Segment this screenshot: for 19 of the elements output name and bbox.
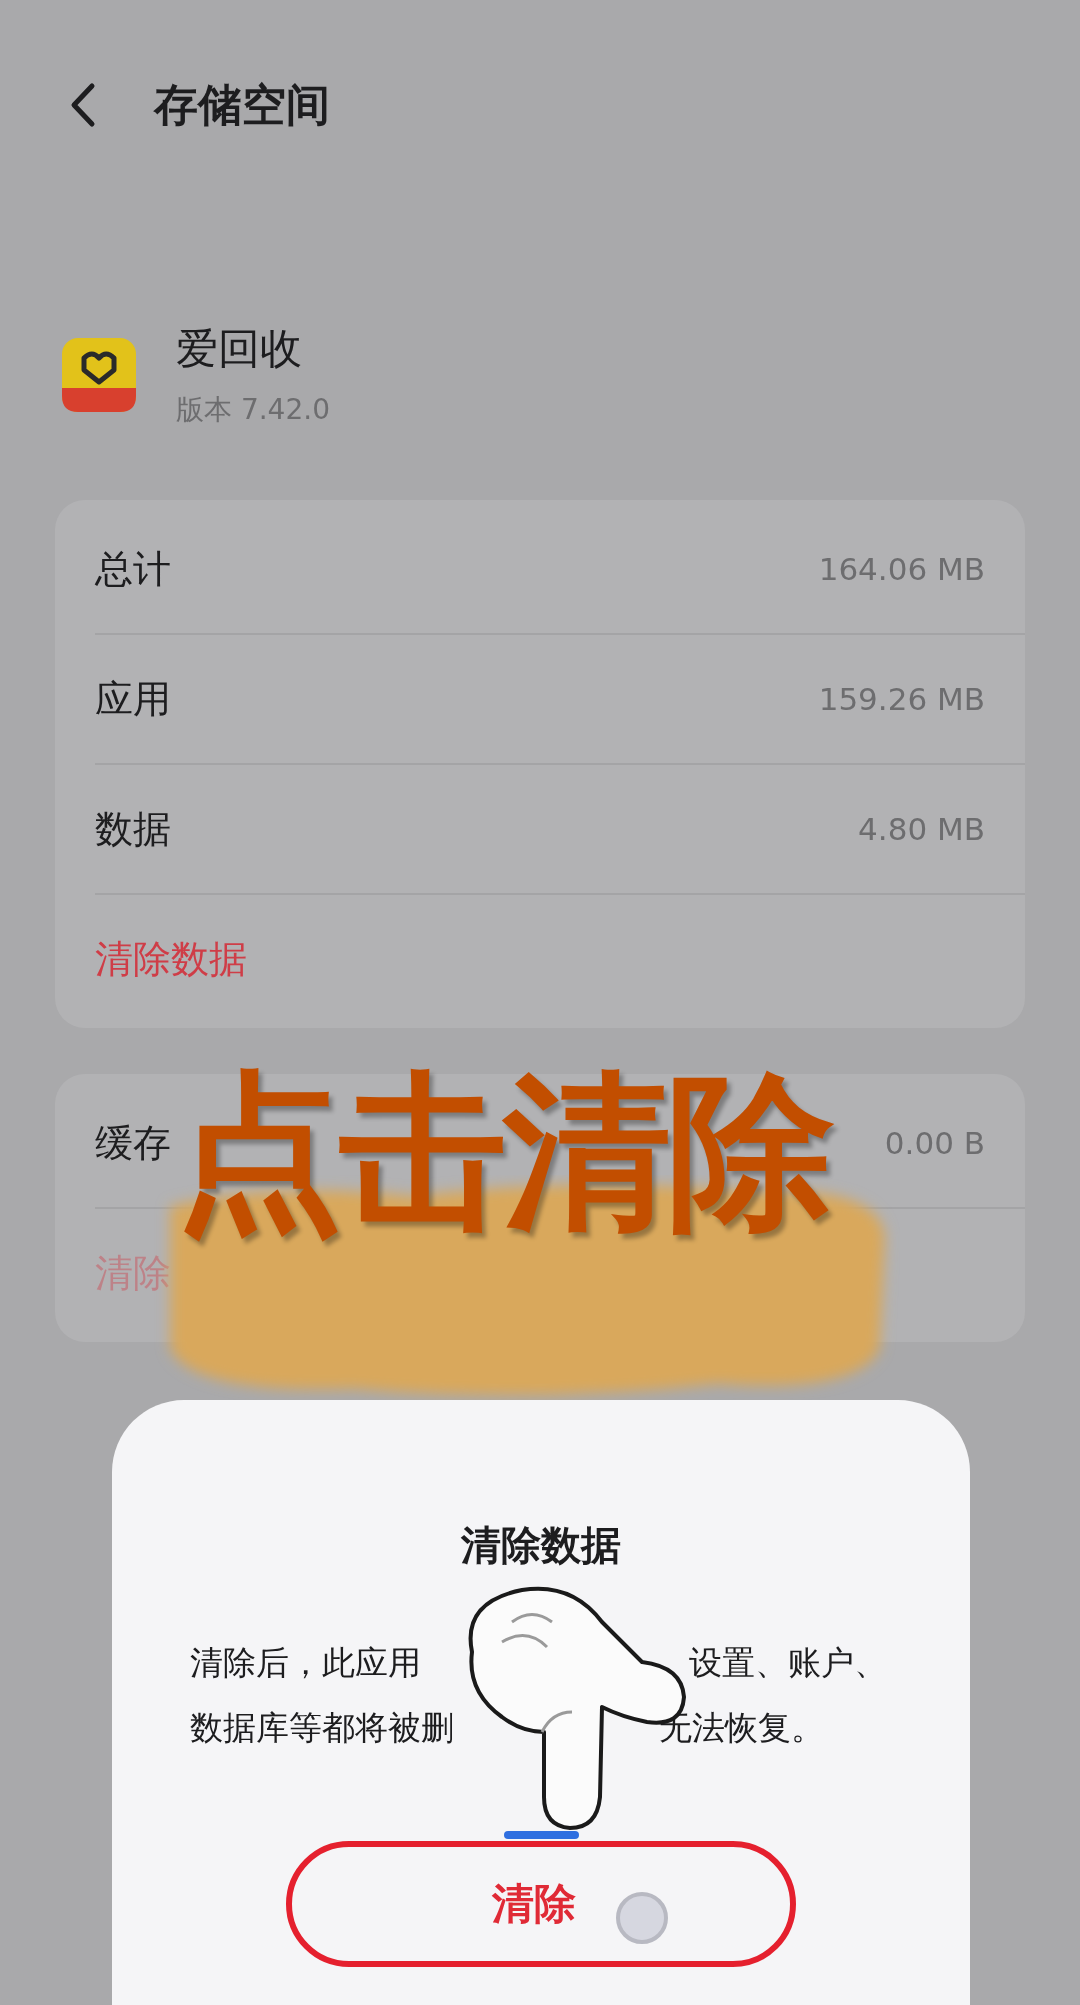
dialog-message: 数据库等都将被删 (190, 1707, 454, 1749)
dialog-message: 清除后，此应用 (190, 1642, 421, 1684)
row-value: 164.06 MB (818, 551, 985, 587)
app-name: 爱回收 (176, 323, 303, 375)
row-label: 总计 (95, 545, 171, 593)
row-value: 159.26 MB (818, 681, 985, 717)
dialog-message: 设置、账户、 (689, 1642, 887, 1684)
clear-data-link[interactable]: 清除数据 (95, 933, 247, 985)
row-label: 缓存 (95, 1119, 171, 1167)
clear-button[interactable]: 清除 (286, 1841, 796, 1967)
app-version: 版本 7.42.0 (176, 392, 330, 428)
caption: 点击清除 (175, 1060, 831, 1245)
row-value: 0.00 B (884, 1125, 985, 1161)
app-icon (62, 338, 136, 412)
row-label: 应用 (95, 675, 171, 723)
dialog-title: 清除数据 (461, 1521, 621, 1570)
row-label: 数据 (95, 805, 171, 853)
page-title: 存储空间 (154, 77, 330, 132)
row-value: 4.80 MB (858, 811, 985, 847)
